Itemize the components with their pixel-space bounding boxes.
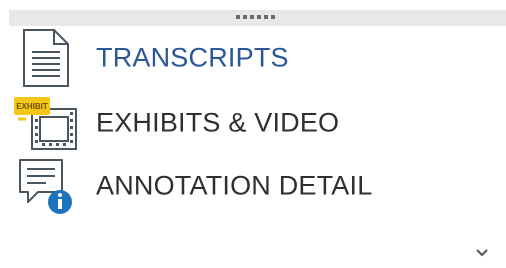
grip-dots-icon [236,14,282,20]
navigation-panel: TRANSCRIPTS EXHIBIT EXHIBITS & VIDEO ANN… [0,0,506,268]
annotation-info-icon [12,156,82,216]
nav-item-label: ANNOTATION DETAIL [96,170,373,201]
resize-handle[interactable] [9,10,506,26]
document-icon [12,28,82,88]
exhibit-badge-text: EXHIBIT [16,102,48,111]
nav-item-label: TRANSCRIPTS [96,42,289,73]
exhibit-video-icon: EXHIBIT [12,93,82,153]
nav-item-annotation-detail[interactable]: ANNOTATION DETAIL [0,156,420,216]
nav-item-label: EXHIBITS & VIDEO [96,107,340,138]
nav-item-exhibits-video[interactable]: EXHIBIT EXHIBITS & VIDEO [0,93,420,153]
chevron-down-icon[interactable] [474,246,490,258]
nav-item-transcripts[interactable]: TRANSCRIPTS [0,28,420,88]
